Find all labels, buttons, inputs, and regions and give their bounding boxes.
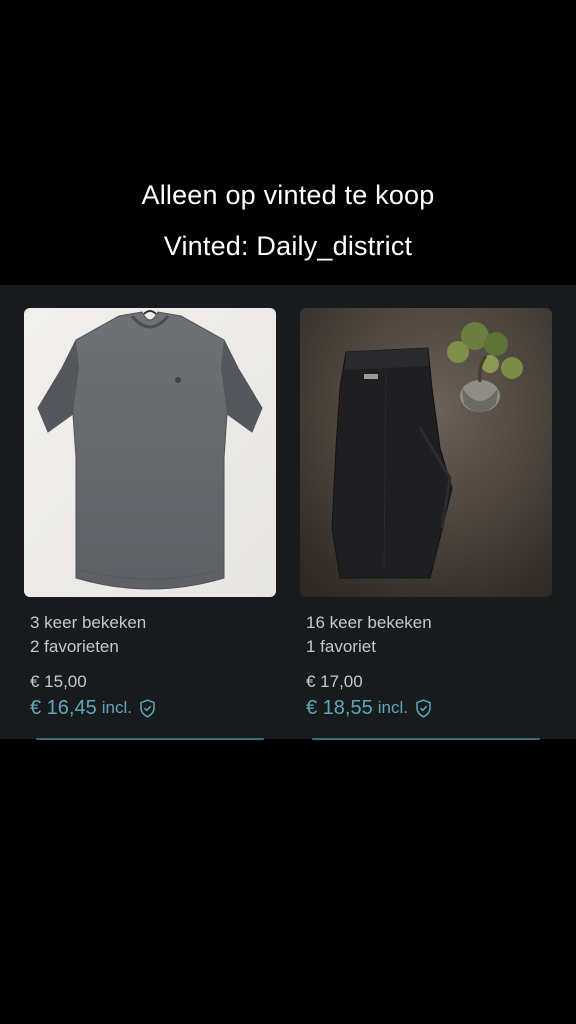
shield-check-icon xyxy=(416,698,431,718)
story-page: Alleen op vinted te koop Vinted: Daily_d… xyxy=(0,0,576,1024)
card-button-edge[interactable] xyxy=(312,738,540,740)
favorites-count: 2 favorieten xyxy=(30,637,119,656)
price-incl-protection[interactable]: € 18,55 incl. xyxy=(300,696,552,720)
item-photo-tshirt[interactable] xyxy=(24,308,276,597)
listing-card[interactable]: 3 keer bekeken 2 favorieten € 15,00 € 16… xyxy=(24,308,276,720)
favorites-count: 1 favoriet xyxy=(306,637,376,656)
card-button-edge[interactable] xyxy=(36,738,264,740)
price-incl-value: € 18,55 xyxy=(306,697,373,719)
views-count: 16 keer bekeken xyxy=(306,613,432,632)
overlay-caption-line1: Alleen op vinted te koop xyxy=(141,180,435,210)
vinted-listing-screenshot: 3 keer bekeken 2 favorieten € 15,00 € 16… xyxy=(0,285,576,740)
item-price: € 15,00 xyxy=(30,672,87,691)
incl-label: incl. xyxy=(101,698,132,717)
price-incl-protection[interactable]: € 16,45 incl. xyxy=(24,696,276,720)
price-incl-value: € 16,45 xyxy=(30,697,97,719)
listing-card[interactable]: 16 keer bekeken 1 favoriet € 17,00 € 18,… xyxy=(300,308,552,720)
item-photo-jeans[interactable] xyxy=(300,308,552,597)
tshirt-image xyxy=(24,308,276,597)
shield-check-icon xyxy=(140,698,155,718)
item-price: € 17,00 xyxy=(306,672,363,691)
views-count: 3 keer bekeken xyxy=(30,613,147,632)
overlay-caption-line2: Vinted: Daily_district xyxy=(163,231,413,261)
jeans-image xyxy=(300,308,552,597)
incl-label: incl. xyxy=(377,698,408,717)
